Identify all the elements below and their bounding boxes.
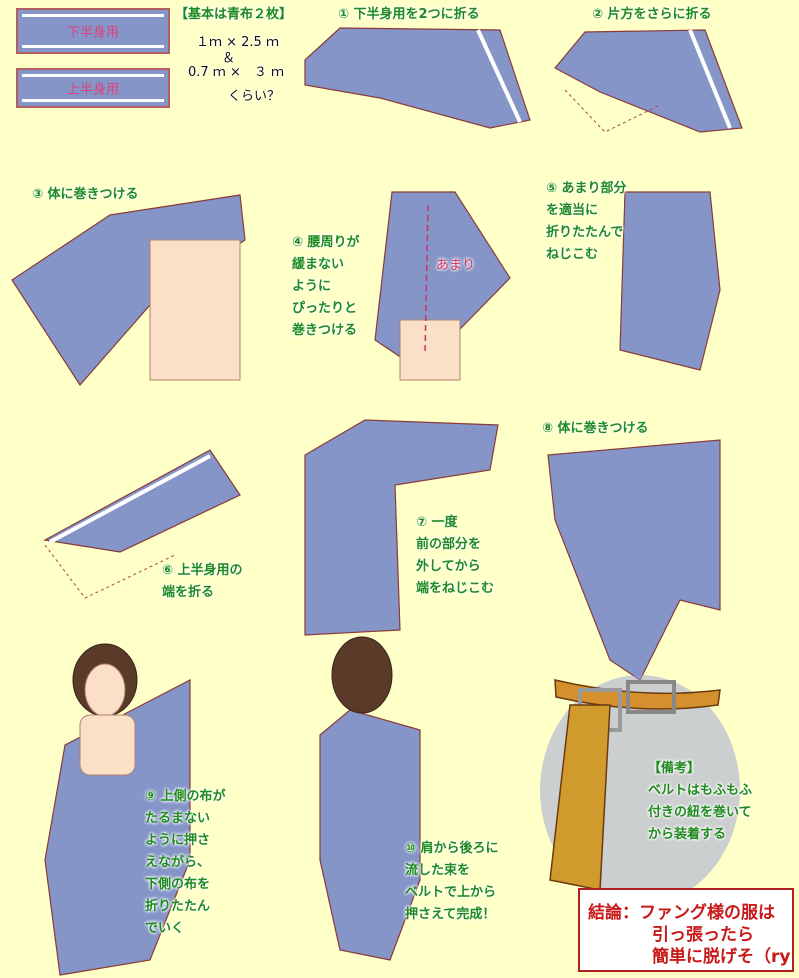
step2-caption: ② 片方をさらに折る <box>592 7 712 22</box>
note-title: 【備考】 <box>648 761 701 776</box>
step3-caption: ③ 体に巻きつける <box>32 187 139 202</box>
step5-caption: ⑤ あまり部分 を適当に 折りたたんで ねじこむ <box>546 181 627 262</box>
step1-caption: ① 下半身用を2つに折る <box>338 7 480 22</box>
step4-caption: ④ 腰周りが 緩まない ように ぴったりと 巻きつける <box>292 235 360 338</box>
conclusion-line-3: 簡単に脱げそ（ry <box>652 947 791 967</box>
step3-legs <box>149 239 241 381</box>
step6-caption: ⑥ 上半身用の 端を折る <box>162 563 243 600</box>
step2-cloth <box>554 29 743 133</box>
step6-cloth <box>43 449 241 553</box>
step1-cloth <box>304 27 531 129</box>
step7-caption: ⑦ 一度 前の部分を 外してから 端をねじこむ <box>416 515 495 596</box>
conclusion-box: 結論：ファング様の服は 引っ張ったら 簡単に脱げそ（ry <box>578 888 794 972</box>
step5-cloth <box>619 191 721 371</box>
step9-torso <box>79 714 136 776</box>
step8-caption: ⑧ 体に巻きつける <box>542 421 649 436</box>
step10-caption: ⑩ 肩から後ろに 流した束を ベルトで上から 押さえて完成！ <box>405 841 499 922</box>
step4-note: あまり <box>436 258 476 273</box>
note-body: ベルトはもふもふ 付きの紐を巻いて から装着する <box>648 783 753 842</box>
step9-face <box>84 663 126 717</box>
step8-cloth <box>547 439 721 681</box>
step9-caption: ⑨ 上側の布が たるまない ように押さ えながら、 下側の布を 折りたたん でい… <box>145 789 226 936</box>
step4-legs <box>399 319 461 381</box>
step10-hair <box>331 636 393 714</box>
